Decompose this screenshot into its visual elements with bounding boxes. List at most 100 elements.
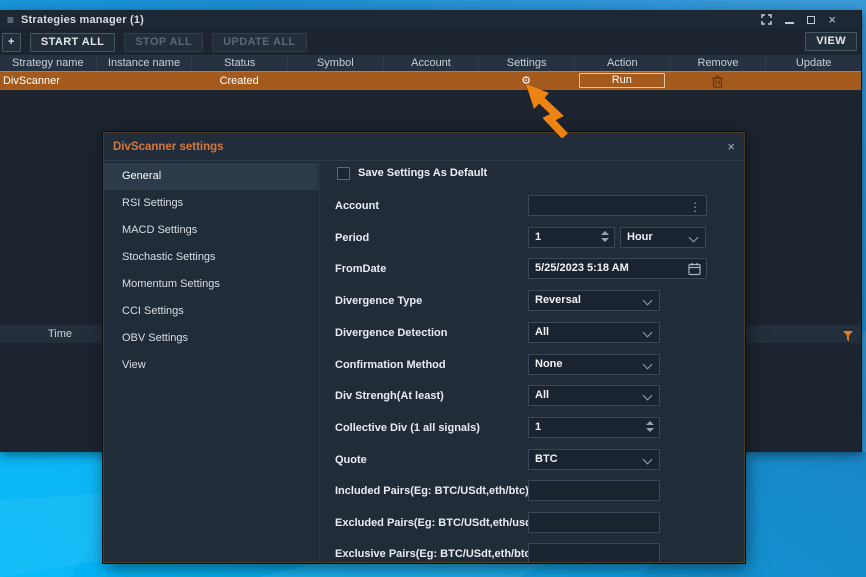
- quote-row: Quote BTC: [319, 449, 744, 471]
- chevron-down-icon: [643, 296, 653, 306]
- confirmation-method-value: None: [535, 358, 563, 370]
- chevron-down-icon: [643, 360, 653, 370]
- column-time[interactable]: Time: [28, 325, 92, 343]
- stop-all-button[interactable]: STOP ALL: [124, 33, 203, 52]
- divergence-type-dropdown[interactable]: Reversal: [528, 290, 660, 311]
- confirmation-method-dropdown[interactable]: None: [528, 354, 660, 375]
- start-all-button[interactable]: START ALL: [30, 33, 115, 52]
- period-label: Period: [335, 227, 369, 249]
- period-row: Period 1 Hour: [319, 227, 744, 249]
- dialog-title-bar: DivScanner settings ×: [104, 133, 744, 161]
- column-settings[interactable]: Settings: [478, 55, 574, 71]
- div-strength-dropdown[interactable]: All: [528, 385, 660, 406]
- menu-icon[interactable]: ≡: [7, 14, 14, 26]
- sidebar-item-cci[interactable]: CCI Settings: [104, 298, 318, 325]
- fullscreen-icon[interactable]: [761, 14, 772, 26]
- period-unit-dropdown[interactable]: Hour: [620, 227, 706, 248]
- row-symbol: [287, 72, 383, 90]
- period-value: 1: [535, 231, 541, 243]
- sidebar-item-obv[interactable]: OBV Settings: [104, 325, 318, 352]
- account-field[interactable]: ⋮: [528, 195, 707, 216]
- divergence-detection-dropdown[interactable]: All: [528, 322, 660, 343]
- save-default-checkbox[interactable]: [337, 167, 350, 180]
- exclusive-pairs-input[interactable]: [528, 543, 660, 563]
- column-strategy-name[interactable]: Strategy name: [0, 55, 96, 71]
- exclusive-pairs-row: Exclusive Pairs(Eg: BTC/USdt,eth/btc): [319, 543, 744, 563]
- sidebar-item-rsi[interactable]: RSI Settings: [104, 190, 318, 217]
- collective-div-row: Collective Div (1 all signals) 1: [319, 417, 744, 439]
- collective-div-stepper[interactable]: 1: [528, 417, 660, 438]
- excluded-pairs-row: Excluded Pairs(Eg: BTC/USdt,eth/usdt): [319, 512, 744, 534]
- divscanner-settings-dialog: DivScanner settings × General RSI Settin…: [103, 132, 745, 563]
- divergence-detection-row: Divergence Detection All: [319, 322, 744, 344]
- confirmation-method-row: Confirmation Method None: [319, 354, 744, 376]
- fromdate-value: 5/25/2023 5:18 AM: [535, 262, 629, 274]
- update-all-button[interactable]: UPDATE ALL: [212, 33, 306, 52]
- exclusive-pairs-label: Exclusive Pairs(Eg: BTC/USdt,eth/btc): [335, 543, 534, 563]
- chevron-down-icon: [643, 328, 653, 338]
- maximize-icon[interactable]: [807, 14, 815, 26]
- dialog-title: DivScanner settings: [113, 141, 224, 153]
- fromdate-field[interactable]: 5/25/2023 5:18 AM: [528, 258, 707, 279]
- add-strategy-button[interactable]: +: [2, 33, 21, 52]
- save-default-row: Save Settings As Default: [319, 163, 744, 185]
- excluded-pairs-label: Excluded Pairs(Eg: BTC/USdt,eth/usdt): [335, 512, 539, 534]
- quote-value: BTC: [535, 453, 558, 465]
- column-symbol[interactable]: Symbol: [287, 55, 383, 71]
- row-update: [765, 72, 861, 90]
- dialog-form: Save Settings As Default Account ⋮ Perio…: [319, 161, 744, 562]
- browse-ellipsis-icon[interactable]: ⋮: [689, 198, 701, 217]
- sidebar-item-macd[interactable]: MACD Settings: [104, 217, 318, 244]
- annotation-arrow-icon: [524, 84, 582, 138]
- included-pairs-label: Included Pairs(Eg: BTC/USdt,eth/btc): [335, 480, 529, 502]
- account-label: Account: [335, 195, 379, 217]
- dialog-close-icon[interactable]: ×: [727, 140, 735, 153]
- calendar-icon[interactable]: [688, 262, 701, 283]
- row-instance-name: [96, 72, 192, 90]
- minimize-icon[interactable]: [785, 14, 794, 26]
- period-stepper[interactable]: 1: [528, 227, 615, 248]
- sidebar-item-view[interactable]: View: [104, 352, 318, 379]
- stepper-arrows-icon[interactable]: [601, 231, 609, 242]
- view-button[interactable]: VIEW: [805, 32, 857, 51]
- close-icon[interactable]: ×: [828, 14, 836, 26]
- sidebar-item-momentum[interactable]: Momentum Settings: [104, 271, 318, 298]
- stepper-arrows-icon[interactable]: [646, 421, 654, 432]
- window-controls: ×: [761, 14, 836, 26]
- excluded-pairs-input[interactable]: [528, 512, 660, 533]
- filter-icon[interactable]: [843, 329, 853, 347]
- period-unit-value: Hour: [627, 231, 653, 243]
- quote-label: Quote: [335, 449, 367, 471]
- column-update[interactable]: Update: [765, 55, 861, 71]
- row-strategy-name: DivScanner: [0, 72, 96, 90]
- column-action[interactable]: Action: [574, 55, 670, 71]
- divergence-type-label: Divergence Type: [335, 290, 422, 312]
- sidebar-item-general[interactable]: General: [104, 163, 318, 190]
- table-row[interactable]: DivScanner Created ⚙ Run: [0, 71, 861, 90]
- run-button[interactable]: Run: [579, 73, 665, 88]
- column-instance-name[interactable]: Instance name: [96, 55, 192, 71]
- quote-dropdown[interactable]: BTC: [528, 449, 660, 470]
- div-strength-row: Div Strengh(At least) All: [319, 385, 744, 407]
- title-bar: ≡ Strategies manager (1) ×: [0, 10, 861, 29]
- chevron-down-icon: [689, 233, 699, 243]
- divergence-type-value: Reversal: [535, 294, 581, 306]
- collective-div-value: 1: [535, 421, 541, 433]
- column-account[interactable]: Account: [383, 55, 479, 71]
- div-strength-value: All: [535, 389, 549, 401]
- chevron-down-icon: [643, 455, 653, 465]
- confirmation-method-label: Confirmation Method: [335, 354, 446, 376]
- sidebar-item-stochastic[interactable]: Stochastic Settings: [104, 244, 318, 271]
- screen: ≡ Strategies manager (1) × + START ALL S…: [0, 0, 866, 577]
- remove-trash-icon[interactable]: [670, 72, 766, 90]
- column-remove[interactable]: Remove: [670, 55, 766, 71]
- window-title: Strategies manager (1): [21, 14, 144, 26]
- account-row: Account ⋮: [319, 195, 744, 217]
- column-status[interactable]: Status: [191, 55, 287, 71]
- fromdate-row: FromDate 5/25/2023 5:18 AM: [319, 258, 744, 280]
- included-pairs-input[interactable]: [528, 480, 660, 501]
- included-pairs-row: Included Pairs(Eg: BTC/USdt,eth/btc): [319, 480, 744, 502]
- row-status: Created: [191, 72, 287, 90]
- divergence-detection-value: All: [535, 326, 549, 338]
- row-account: [383, 72, 479, 90]
